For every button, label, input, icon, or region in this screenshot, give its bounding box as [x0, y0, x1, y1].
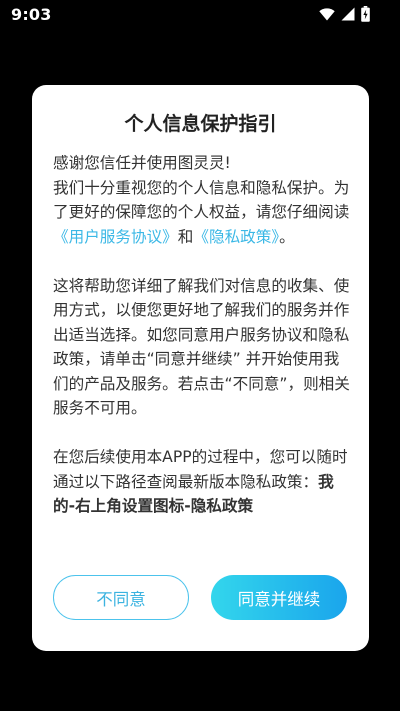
user-agreement-link[interactable]: 《用户服务协议》 — [53, 228, 178, 246]
welcome-line: 感谢您信任并使用图灵灵! — [53, 154, 231, 172]
dialog-title: 个人信息保护指引 — [124, 113, 277, 135]
app-screen: 9:03 个人信息保护指引 感谢您信任并使用图灵灵! 我们十分重视您的个人信息和… — [0, 0, 400, 711]
wifi-icon — [319, 7, 335, 21]
disagree-button[interactable]: 不同意 — [53, 575, 189, 620]
status-time: 9:03 — [11, 5, 52, 24]
explanation-paragraph: 这将帮助您详细了解我们对信息的收集、使用方式，以便您更好地了解我们的服务并作出适… — [53, 276, 350, 418]
battery-charging-icon — [361, 6, 370, 22]
status-icons — [319, 5, 370, 23]
dialog-body: 感谢您信任并使用图灵灵! 我们十分重视您的个人信息和隐私保护。为了更好的保障您的… — [53, 151, 351, 519]
path-intro-text: 在您后续使用本APP的过程中，您可以随时通过以下路径查阅最新版本隐私政策： — [53, 448, 348, 491]
agree-continue-button[interactable]: 同意并继续 — [211, 575, 347, 620]
intro-paragraph: 感谢您信任并使用图灵灵! 我们十分重视您的个人信息和隐私保护。为了更好的保障您的… — [53, 151, 351, 249]
path-paragraph: 在您后续使用本APP的过程中，您可以随时通过以下路径查阅最新版本隐私政策：我的-… — [53, 445, 351, 519]
privacy-dialog: 个人信息保护指引 感谢您信任并使用图灵灵! 我们十分重视您的个人信息和隐私保护。… — [32, 85, 369, 651]
intro-text: 我们十分重视您的个人信息和隐私保护。为了更好的保障您的个人权益，请您仔细阅读 — [53, 178, 350, 222]
and-text: 和 — [177, 227, 194, 246]
status-bar: 9:03 — [0, 0, 400, 30]
intro-end: 。 — [279, 227, 295, 246]
privacy-policy-link[interactable]: 《隐私政策》 — [193, 228, 279, 246]
signal-icon — [341, 7, 355, 21]
